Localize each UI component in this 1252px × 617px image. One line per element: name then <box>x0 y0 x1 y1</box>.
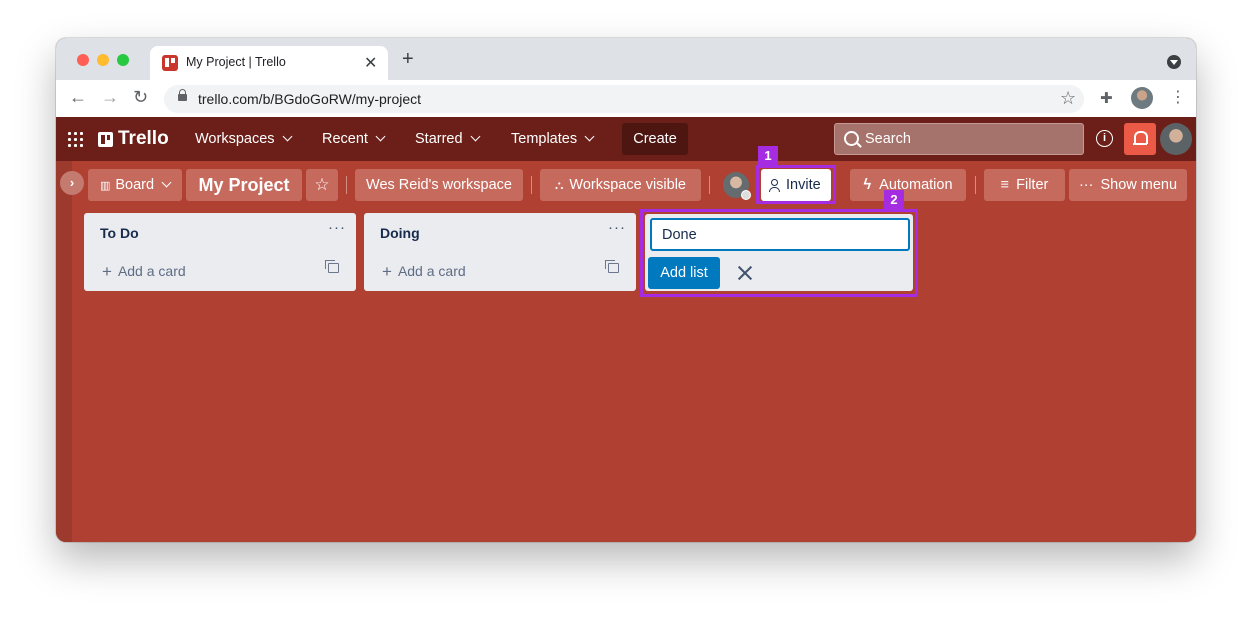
lightning-icon: ϟ <box>863 177 872 193</box>
search-input[interactable]: Search <box>834 123 1084 155</box>
show-menu-label: Show menu <box>1100 177 1178 193</box>
workspaces-menu[interactable]: Workspaces <box>195 131 292 147</box>
chevron-down-icon <box>282 131 292 142</box>
url-field[interactable]: trello.com/b/BGdoGoRW/my-project ☆ <box>164 85 1084 113</box>
chevron-down-icon <box>470 131 481 142</box>
account-avatar[interactable] <box>1160 123 1192 155</box>
search-placeholder: Search <box>865 131 911 147</box>
starred-label: Starred <box>415 131 463 147</box>
browser-profile-avatar[interactable] <box>1131 87 1153 109</box>
visibility-icon: ⛬ <box>555 178 564 192</box>
extensions-icon[interactable]: ✚ <box>1100 89 1113 107</box>
starred-menu[interactable]: Starred <box>415 131 481 147</box>
back-icon[interactable]: ← <box>69 87 87 108</box>
workspace-button[interactable]: Wes Reid's workspace <box>355 169 523 201</box>
divider <box>975 176 976 194</box>
trello-favicon-icon <box>162 55 178 71</box>
list-title[interactable]: To Do <box>100 225 139 241</box>
member-avatar[interactable] <box>723 172 751 200</box>
zoom-window-button[interactable] <box>117 54 129 66</box>
lock-icon[interactable] <box>178 89 187 101</box>
bookmark-star-icon[interactable]: ☆ <box>1060 88 1076 109</box>
create-from-template-icon[interactable] <box>605 260 619 273</box>
browser-tab[interactable]: My Project | Trello ✕ <box>150 46 388 80</box>
trello-logo-icon[interactable] <box>98 132 113 147</box>
add-card-button[interactable]: + Add a card <box>382 261 466 281</box>
trello-header: Trello Workspaces Recent Starred Templat… <box>56 117 1196 161</box>
search-icon <box>844 131 859 146</box>
notifications-bell-icon[interactable] <box>1124 123 1156 155</box>
forward-icon[interactable]: → <box>101 87 119 108</box>
browser-window: My Project | Trello ✕ + ← → ↻ trello.com… <box>56 38 1196 542</box>
app-switcher-icon[interactable] <box>68 132 83 147</box>
address-bar: ← → ↻ trello.com/b/BGdoGoRW/my-project ☆… <box>56 80 1196 118</box>
templates-label: Templates <box>511 131 578 147</box>
chevron-down-icon <box>584 131 595 142</box>
star-board-icon[interactable]: ☆ <box>306 169 338 201</box>
visibility-button[interactable]: ⛬ Workspace visible <box>540 169 701 201</box>
automation-button[interactable]: ϟ Automation <box>850 169 966 201</box>
tab-strip: My Project | Trello ✕ + <box>56 38 1196 80</box>
annotation-highlight-invite <box>756 165 836 204</box>
plus-icon: + <box>102 262 112 281</box>
create-from-template-icon[interactable] <box>325 260 339 273</box>
add-card-label: Add a card <box>397 263 466 279</box>
list-menu-icon[interactable]: ··· <box>608 219 626 236</box>
divider <box>346 176 347 194</box>
annotation-highlight-add-list <box>640 209 918 297</box>
visibility-label: Workspace visible <box>569 177 686 193</box>
divider <box>531 176 532 194</box>
tab-close-icon[interactable]: ✕ <box>364 53 377 73</box>
list-to-do: To Do ··· + Add a card <box>84 213 356 291</box>
templates-menu[interactable]: Templates <box>511 131 595 147</box>
tab-title: My Project | Trello <box>186 55 286 69</box>
board-view-label: Board <box>115 177 155 193</box>
chevron-down-icon <box>161 177 172 188</box>
workspaces-label: Workspaces <box>195 131 275 147</box>
chevron-down-icon <box>375 131 386 142</box>
show-menu-button[interactable]: ··· Show menu <box>1069 169 1187 201</box>
board-name[interactable]: My Project <box>186 169 302 201</box>
add-card-button[interactable]: + Add a card <box>102 261 186 281</box>
list-menu-icon[interactable]: ··· <box>328 219 346 236</box>
new-tab-button[interactable]: + <box>402 49 414 69</box>
plus-icon: + <box>382 262 392 281</box>
annotation-badge: 1 <box>758 146 778 166</box>
trello-logo[interactable]: Trello <box>118 128 169 150</box>
divider <box>709 176 710 194</box>
list-doing: Doing ··· + Add a card <box>364 213 636 291</box>
filter-button[interactable]: ≡ Filter <box>984 169 1065 201</box>
create-button[interactable]: Create <box>622 123 688 155</box>
more-dots-icon: ··· <box>1078 177 1094 193</box>
annotation-badge: 2 <box>884 190 904 210</box>
filter-icon: ≡ <box>1000 177 1010 193</box>
expand-sidebar-icon[interactable]: › <box>60 171 84 195</box>
tab-search-icon[interactable] <box>1167 55 1181 69</box>
browser-menu-icon[interactable]: ⋮ <box>1170 87 1186 107</box>
list-title[interactable]: Doing <box>380 225 420 241</box>
url-text: trello.com/b/BGdoGoRW/my-project <box>198 91 422 107</box>
add-card-label: Add a card <box>117 263 186 279</box>
recent-menu[interactable]: Recent <box>322 131 386 147</box>
filter-label: Filter <box>1016 177 1049 193</box>
board-sidebar-collapsed <box>56 161 72 542</box>
board-view-icon: ▥ <box>99 180 111 192</box>
close-window-button[interactable] <box>77 54 89 66</box>
minimize-window-button[interactable] <box>97 54 109 66</box>
board-view-switcher[interactable]: ▥ Board <box>88 169 182 201</box>
recent-label: Recent <box>322 131 368 147</box>
reload-icon[interactable]: ↻ <box>133 87 148 108</box>
info-icon[interactable]: i <box>1096 130 1113 147</box>
